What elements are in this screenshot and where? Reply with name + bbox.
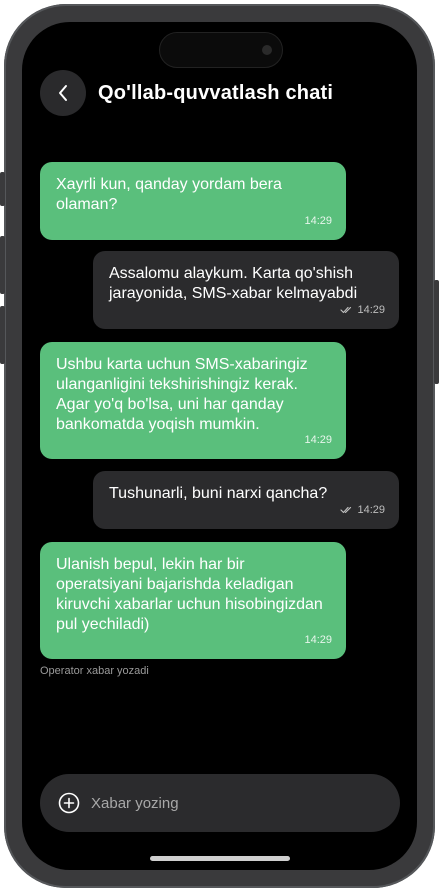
message-text: Assalomu alaykum. Karta qo'shish jarayon…	[109, 265, 358, 302]
user-message: Tushunarli, buni narxi qancha? 14:29	[93, 471, 399, 529]
typing-indicator: Operator xabar yozadi	[40, 665, 149, 677]
plus-circle-icon[interactable]	[58, 792, 80, 814]
double-check-icon	[340, 306, 352, 314]
action-button	[0, 172, 5, 206]
camera-icon	[262, 45, 272, 55]
back-button[interactable]	[40, 70, 86, 116]
message-text: Ulanish bepul, lekin har bir operatsiyan…	[56, 556, 323, 633]
message-composer	[40, 774, 400, 832]
operator-message: Xayrli kun, qanday yordam bera olaman? 1…	[40, 162, 346, 240]
message-time: 14:29	[340, 500, 385, 520]
dynamic-island	[159, 32, 283, 68]
screen: Qo'llab-quvvatlash chati Xayrli kun, qan…	[22, 22, 417, 870]
message-input[interactable]	[89, 793, 373, 813]
double-check-icon	[340, 506, 352, 514]
chevron-left-icon	[59, 85, 67, 101]
message-time: 14:29	[304, 634, 332, 646]
power-button	[434, 280, 439, 384]
home-indicator[interactable]	[150, 856, 290, 861]
user-message: Assalomu alaykum. Karta qo'shish jarayon…	[93, 251, 399, 329]
volume-up-button	[0, 236, 5, 294]
operator-message: Ushbu karta uchun SMS-xabaringiz ulangan…	[40, 342, 346, 459]
operator-message: Ulanish bepul, lekin har bir operatsiyan…	[40, 542, 346, 659]
message-time: 14:29	[304, 215, 332, 227]
message-time: 14:29	[304, 434, 332, 446]
page-title: Qo'llab-quvvatlash chati	[98, 81, 334, 104]
message-text: Ushbu karta uchun SMS-xabaringiz ulangan…	[56, 356, 308, 433]
message-text: Xayrli kun, qanday yordam bera olaman?	[56, 176, 282, 213]
volume-down-button	[0, 306, 5, 364]
message-time: 14:29	[340, 300, 385, 320]
chat-header: Qo'llab-quvvatlash chati	[40, 70, 333, 116]
